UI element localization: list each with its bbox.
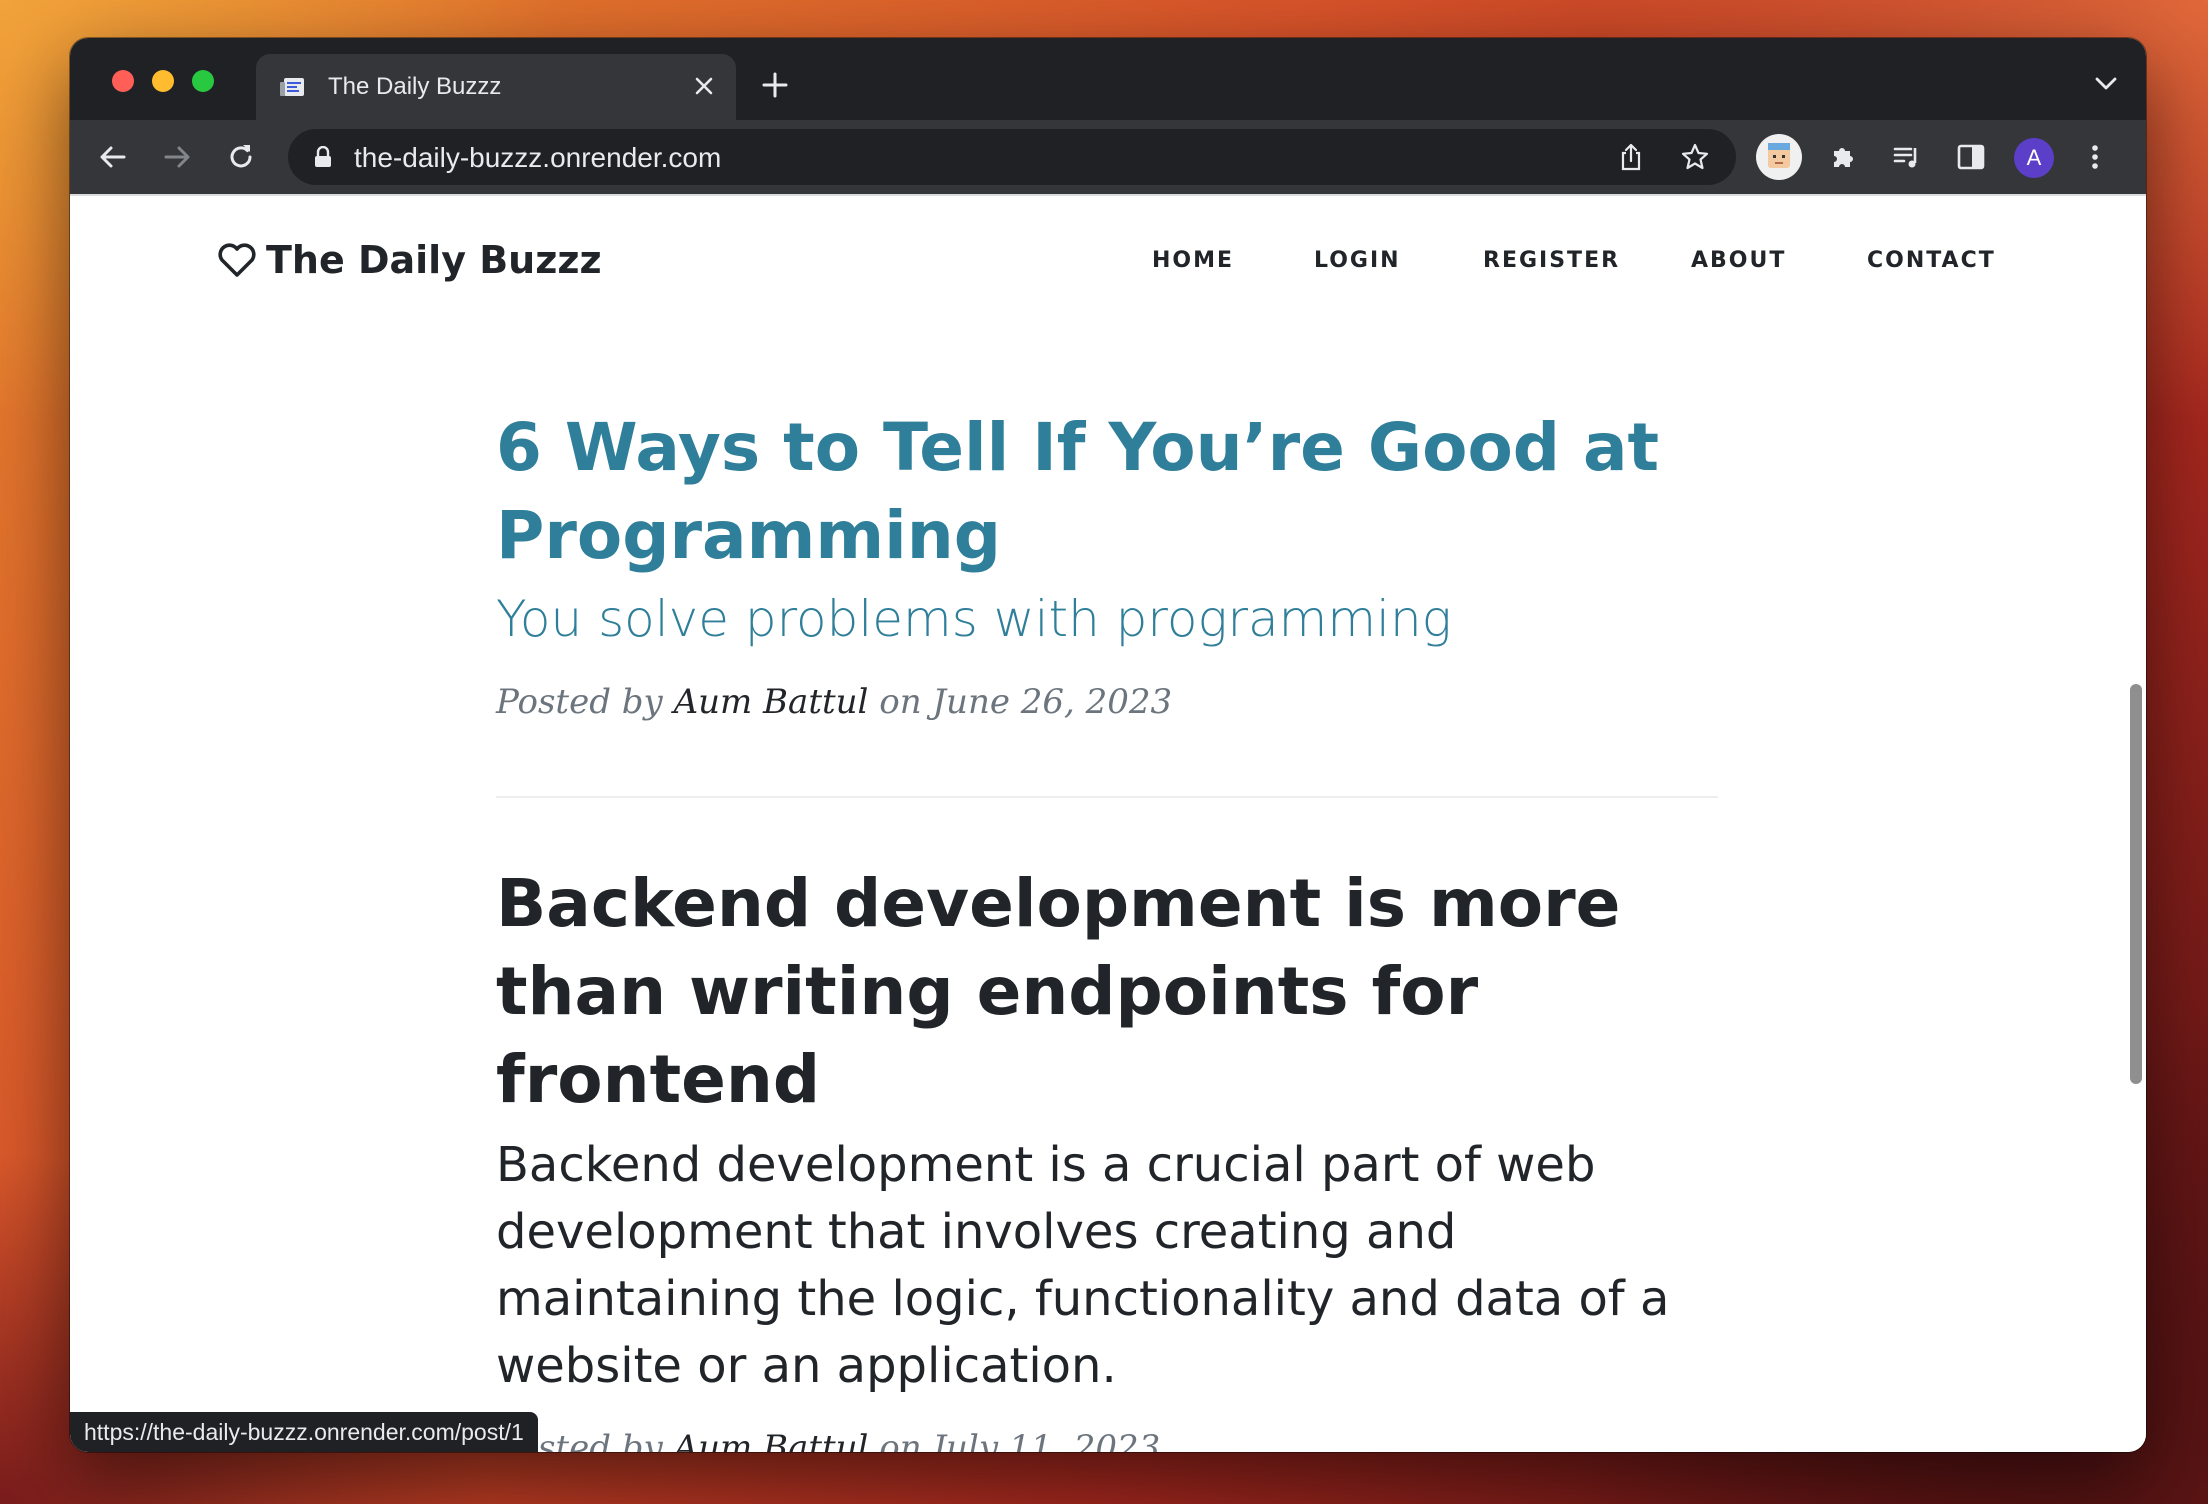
post-title[interactable]: Backend development is more than writing… — [496, 860, 1736, 1124]
reload-icon[interactable] — [224, 140, 258, 174]
kebab-menu-icon[interactable] — [2078, 140, 2112, 174]
star-icon[interactable] — [1680, 142, 1710, 172]
post-date: June 26, 2023 — [932, 682, 1173, 722]
nav-login[interactable]: LOGIN — [1314, 248, 1401, 273]
profile-avatar[interactable]: A — [2014, 138, 2054, 178]
on-label: on — [879, 1428, 922, 1452]
forward-arrow-icon[interactable] — [160, 140, 194, 174]
post-preview[interactable]: 6 Ways to Tell If You’re Good at Program… — [496, 404, 1736, 580]
vertical-scrollbar[interactable] — [2130, 684, 2142, 1084]
browser-toolbar: the-daily-buzzz.onrender.com A — [70, 120, 2146, 194]
back-arrow-icon[interactable] — [96, 140, 130, 174]
address-bar[interactable]: the-daily-buzzz.onrender.com — [288, 129, 1736, 185]
post-meta: Posted by Aum Battul on June 26, 2023 — [496, 682, 1736, 722]
post-meta: Posted by Aum Battul on July 11, 2023 — [496, 1428, 1736, 1452]
minimize-window-button[interactable] — [152, 70, 174, 92]
post-date: July 11, 2023 — [932, 1428, 1161, 1452]
extension-avatar-icon[interactable] — [1756, 134, 1802, 180]
brand-name: The Daily Buzzz — [266, 238, 602, 282]
post-title[interactable]: 6 Ways to Tell If You’re Good at Program… — [496, 404, 1736, 580]
post-subtitle-row: You solve problems with programming — [496, 590, 1736, 648]
post-author[interactable]: Aum Battul — [674, 1428, 869, 1452]
post-subtitle-row: Backend development is a crucial part of… — [496, 1132, 1726, 1400]
side-panel-icon[interactable] — [1954, 140, 1988, 174]
puzzle-icon[interactable] — [1826, 140, 1860, 174]
browser-window: The Daily Buzzz the-daily-buzzz.onrender… — [70, 38, 2146, 1452]
maximize-window-button[interactable] — [192, 70, 214, 92]
web-page: The Daily Buzzz HOME LOGIN REGISTER ABOU… — [70, 196, 2146, 1452]
tab-title: The Daily Buzzz — [328, 73, 502, 100]
lock-icon[interactable] — [314, 146, 332, 168]
post-subtitle[interactable]: You solve problems with programming — [496, 590, 1452, 648]
post-author[interactable]: Aum Battul — [674, 682, 869, 722]
url-text: the-daily-buzzz.onrender.com — [354, 142, 722, 173]
share-icon[interactable] — [1616, 142, 1646, 172]
site-brand[interactable]: The Daily Buzzz — [216, 238, 602, 282]
heart-icon — [218, 243, 256, 277]
nav-contact[interactable]: CONTACT — [1867, 248, 1996, 273]
media-queue-icon[interactable] — [1890, 140, 1924, 174]
browser-tab[interactable]: The Daily Buzzz — [256, 54, 736, 120]
nav-home[interactable]: HOME — [1152, 248, 1234, 273]
tab-strip: The Daily Buzzz — [70, 38, 2146, 120]
close-window-button[interactable] — [112, 70, 134, 92]
chevron-down-icon[interactable] — [2094, 76, 2118, 92]
nav-about[interactable]: ABOUT — [1691, 248, 1786, 273]
post-subtitle[interactable]: Backend development is a crucial part of… — [496, 1132, 1726, 1400]
link-status-bar: https://the-daily-buzzz.onrender.com/pos… — [70, 1412, 538, 1452]
nav-register[interactable]: REGISTER — [1483, 248, 1620, 273]
posted-by-label: Posted by — [496, 682, 663, 722]
on-label: on — [879, 682, 922, 722]
close-icon[interactable] — [692, 74, 716, 98]
newspaper-icon — [280, 78, 304, 96]
post-divider — [496, 796, 1718, 798]
plus-icon[interactable] — [760, 70, 790, 100]
post-preview[interactable]: Backend development is more than writing… — [496, 860, 1736, 1124]
